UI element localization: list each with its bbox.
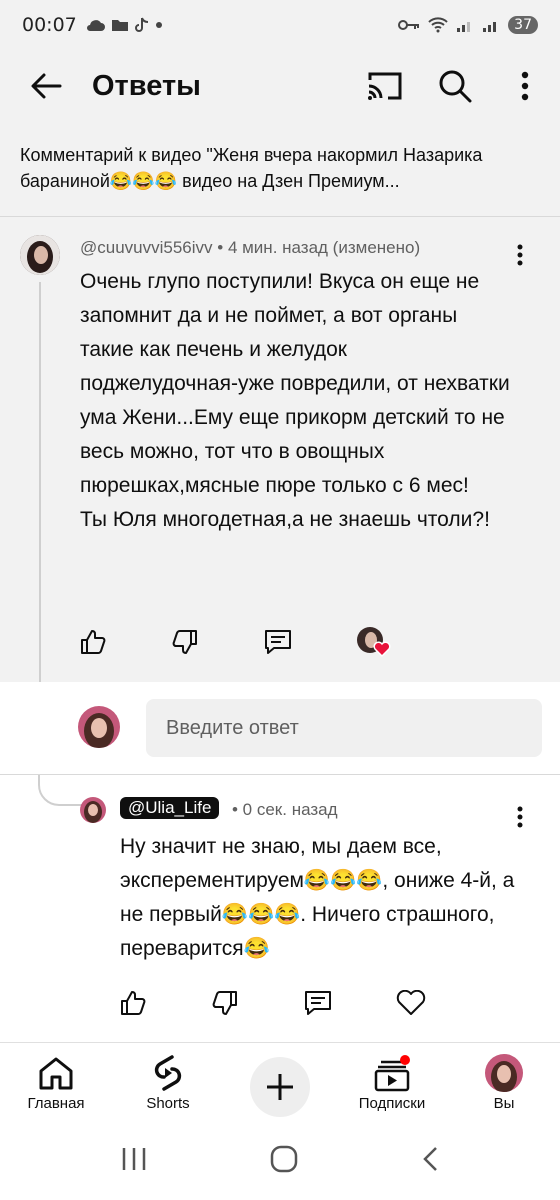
reply-button[interactable] [304,983,396,1023]
avatar[interactable] [80,797,106,823]
comment-time: • 0 сек. назад [232,800,338,819]
signal-icon-1 [457,22,471,32]
back-system-button[interactable] [420,1145,440,1177]
cast-icon [368,72,402,100]
comment-text: Ну значит не знаю, мы даем все, эксперем… [120,835,515,960]
heart-button[interactable] [396,983,488,1023]
nav-create[interactable] [224,1043,336,1122]
nav-subscriptions-label: Подписки [358,1095,426,1112]
avatar[interactable] [20,235,60,275]
comment-time: • 4 мин. назад (изменено) [212,238,421,257]
status-bar: 00:07 37 [0,0,560,50]
status-time: 00:07 [22,14,77,36]
video-context[interactable]: Комментарий к видео "Женя вчера накормил… [0,122,560,216]
comment-text: Очень глупо поступили! Вкуса он еще не з… [80,270,510,531]
home-icon [39,1057,73,1090]
battery-indicator: 37 [508,16,538,34]
signal-icon-2 [483,22,497,32]
home-circle-icon [270,1145,298,1173]
avatar-image [20,235,60,275]
dot-icon [155,22,162,28]
page-title: Ответы [92,69,201,102]
wifi-icon [428,17,448,33]
comment-icon [265,630,291,654]
more-vertical-icon [517,806,523,828]
reply-composer: Введите ответ [0,682,560,774]
search-button[interactable] [420,50,490,122]
more-vertical-icon [521,71,529,101]
avatar [78,706,120,748]
key-icon [398,20,420,30]
video-context-text: Комментарий к видео "Женя вчера накормил… [20,145,483,191]
bottom-navigation: Главная Shorts Подписки Вы [0,1042,560,1122]
more-vertical-icon [517,244,523,266]
comment-menu-button[interactable] [506,235,534,275]
recent-apps-button[interactable] [120,1146,148,1176]
nav-shorts-label: Shorts [146,1095,190,1112]
comment-author[interactable]: @cuuvuvvi556ivv [80,238,213,257]
reply-author-avatar-image [80,797,106,823]
app-bar: Ответы [0,50,560,122]
cast-button[interactable] [350,50,420,122]
reply-comment: @Ulia_Life • 0 сек. назад Ну значит не з… [0,775,560,1040]
nav-you-label: Вы [493,1095,515,1112]
user-avatar-image [78,706,120,748]
dislike-button[interactable] [172,622,264,662]
avatar [485,1054,523,1092]
home-system-button[interactable] [269,1144,299,1178]
heart-icon [396,990,426,1015]
nav-home[interactable]: Главная [0,1043,112,1122]
nav-you[interactable]: Вы [448,1043,560,1122]
creator-heart [356,622,448,662]
nav-shorts[interactable]: Shorts [112,1043,224,1122]
parent-comment: @cuuvuvvi556ivv • 4 мин. назад (изменено… [0,217,560,682]
thumbs-up-icon [121,991,146,1015]
thumbs-down-icon [212,991,237,1015]
back-button[interactable] [0,50,92,122]
comment-actions [80,622,448,662]
nav-home-label: Главная [27,1095,85,1112]
comment-icon [305,991,331,1015]
system-navigation [0,1122,560,1200]
folder-icon [111,20,128,31]
creator-heart-icon [357,627,391,658]
plus-icon [267,1074,293,1100]
thread-line [39,282,41,692]
notification-dot-icon [400,1055,410,1065]
arrow-left-icon [31,73,62,99]
thumbs-up-icon [81,630,106,654]
reply-input[interactable]: Введите ответ [146,699,542,757]
search-icon [439,70,472,103]
thread-connector [38,775,82,806]
create-button[interactable] [250,1057,310,1117]
tiktok-icon [134,17,148,32]
reply-input-placeholder: Введите ответ [166,716,299,739]
shorts-icon [154,1055,182,1091]
dislike-button[interactable] [212,983,304,1023]
creator-author-badge[interactable]: @Ulia_Life [120,797,220,819]
chevron-left-icon [422,1147,437,1171]
cloud-icon [86,20,105,31]
like-button[interactable] [120,983,212,1023]
reply-button[interactable] [264,622,356,662]
comment-actions [120,983,488,1023]
thumbs-down-icon [172,630,197,654]
recents-icon [123,1148,146,1170]
comment-meta: @cuuvuvvi556ivv • 4 мин. назад (изменено… [80,238,420,258]
subscriptions-icon [374,1055,410,1092]
nav-subscriptions[interactable]: Подписки [336,1043,448,1122]
more-options-button[interactable] [490,50,560,122]
like-button[interactable] [80,622,172,662]
nav-you-avatar-image [485,1054,523,1092]
